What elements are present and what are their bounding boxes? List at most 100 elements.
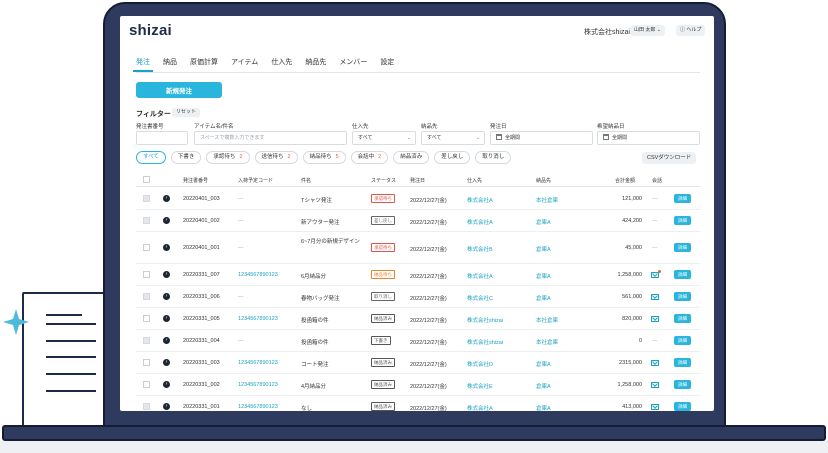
incoming-code-cell[interactable]: 1234567890123: [238, 404, 278, 410]
expand-arrow-icon[interactable]: ›: [163, 359, 170, 366]
status-chip[interactable]: 納品済み: [393, 151, 430, 164]
delivery-cell[interactable]: 倉庫A: [536, 272, 551, 280]
status-chip[interactable]: すべて: [136, 151, 166, 164]
mail-icon[interactable]: [651, 360, 659, 366]
expand-arrow-icon[interactable]: ›: [163, 195, 170, 202]
supplier-select[interactable]: すべて ⌄: [352, 131, 416, 145]
table-row[interactable]: › 20220401_001 — 6~7月分の新規デザイン 承認待ち 2022/12/27…: [136, 232, 700, 264]
row-checkbox: [143, 217, 150, 224]
status-chip[interactable]: 納品待ち 5: [302, 151, 346, 164]
desired-date-label: 希望納品日: [597, 124, 625, 130]
incoming-code-cell[interactable]: 1234567890123: [238, 272, 278, 278]
delivery-cell[interactable]: 倉庫A: [536, 360, 551, 368]
csv-download-button[interactable]: CSVダウンロード: [642, 152, 697, 164]
incoming-code-cell[interactable]: 1234567890123: [238, 382, 278, 388]
mail-icon[interactable]: [651, 316, 659, 322]
tab-delivery-destinations[interactable]: 納品先: [305, 55, 326, 71]
table-row[interactable]: › 20220401_003 — Tシャツ発注 承認待ち 2022/12/27(金) 株式会…: [136, 188, 700, 210]
chat-none: —: [652, 245, 658, 251]
detail-button[interactable]: 詳細: [674, 380, 691, 389]
expand-arrow-icon[interactable]: ›: [163, 381, 170, 388]
help-button[interactable]: ⓘ ヘルプ: [676, 25, 706, 36]
supplier-cell[interactable]: 株式会社C: [467, 294, 493, 302]
tab-suppliers[interactable]: 仕入先: [271, 55, 292, 71]
table-row[interactable]: › 20220331_005 1234567890123 投函箱の件 納品済み 2022/…: [136, 308, 700, 330]
table-row[interactable]: › 20220401_002 — 新アウター発注 差し戻し 2022/12/27(金) 株式…: [136, 210, 700, 232]
detail-button[interactable]: 詳細: [674, 336, 691, 345]
mail-icon[interactable]: [651, 294, 659, 300]
detail-button[interactable]: 詳細: [674, 243, 691, 252]
incoming-code-cell[interactable]: 1234567890123: [238, 316, 278, 322]
supplier-cell[interactable]: 株式会社E: [467, 382, 493, 390]
expand-arrow-icon[interactable]: ›: [163, 293, 170, 300]
user-menu-button[interactable]: 山田 太郎 ⌄: [630, 25, 665, 36]
tab-items[interactable]: アイテム: [231, 55, 258, 71]
col-supplier: 仕入先: [467, 178, 483, 184]
table-row[interactable]: › 20220331_007 1234567890123 6月納品分 納品待ち 2022/…: [136, 264, 700, 286]
row-checkbox[interactable]: [143, 271, 150, 278]
row-checkbox[interactable]: [143, 381, 150, 388]
detail-button[interactable]: 詳細: [674, 402, 691, 411]
delivery-cell[interactable]: 本社倉庫: [536, 338, 558, 346]
desired-date-picker[interactable]: 全期間: [597, 131, 700, 145]
tab-members[interactable]: メンバー: [339, 55, 367, 71]
delivery-cell[interactable]: 倉庫A: [536, 245, 551, 253]
table-row[interactable]: › 20220331_002 1234567890123 4月納品分 納品済み 2022/…: [136, 374, 700, 396]
order-no-cell: 20220401_001: [183, 245, 220, 251]
expand-arrow-icon[interactable]: ›: [163, 217, 170, 224]
mail-icon[interactable]: [651, 382, 659, 388]
expand-arrow-icon[interactable]: ›: [163, 315, 170, 322]
detail-button[interactable]: 詳細: [674, 358, 691, 367]
expand-arrow-icon[interactable]: ›: [163, 403, 170, 410]
row-checkbox[interactable]: [143, 359, 150, 366]
supplier-cell[interactable]: 株式会社A: [467, 272, 493, 280]
row-checkbox[interactable]: [143, 315, 150, 322]
status-chip[interactable]: 取り消し: [475, 151, 512, 164]
tab-orders[interactable]: 発注: [133, 55, 153, 72]
detail-button[interactable]: 詳細: [674, 292, 691, 301]
delivery-select[interactable]: すべて ⌄: [421, 131, 485, 145]
item-filter-input[interactable]: スペースで複数入力できます: [194, 131, 347, 145]
expand-arrow-icon[interactable]: ›: [163, 244, 170, 251]
incoming-code-cell[interactable]: 1234567890123: [238, 360, 278, 366]
new-order-button[interactable]: 新規発注: [136, 82, 222, 98]
status-chip[interactable]: 送信待ち 2: [254, 151, 298, 164]
delivery-cell[interactable]: 倉庫A: [536, 382, 551, 390]
table-row[interactable]: › 20220331_004 — 投函箱の件 下書き 2022/12/27(金) 株式会社s…: [136, 330, 700, 352]
mail-icon[interactable]: [651, 404, 659, 410]
supplier-cell[interactable]: 株式会社A: [467, 218, 493, 226]
supplier-cell[interactable]: 株式会社B: [467, 245, 493, 253]
status-chip[interactable]: 下書き: [170, 151, 202, 164]
detail-button[interactable]: 詳細: [674, 216, 691, 225]
delivery-cell[interactable]: 倉庫A: [536, 218, 551, 226]
delivery-cell[interactable]: 倉庫A: [536, 294, 551, 302]
delivery-cell[interactable]: 本社倉庫: [536, 196, 558, 204]
detail-button[interactable]: 詳細: [674, 314, 691, 323]
detail-button[interactable]: 詳細: [674, 270, 691, 279]
row-checkbox[interactable]: [143, 244, 150, 251]
supplier-cell[interactable]: 株式会社shizai: [467, 338, 503, 346]
detail-button[interactable]: 詳細: [674, 194, 691, 203]
table-row[interactable]: › 20220331_001 1234567890123 なし 納品済み 2022/12/…: [136, 396, 700, 411]
tab-deliveries[interactable]: 納品: [163, 55, 177, 71]
delivery-cell[interactable]: 倉庫A: [536, 404, 551, 411]
expand-arrow-icon[interactable]: ›: [163, 337, 170, 344]
tab-settings[interactable]: 設定: [380, 55, 394, 71]
select-all-checkbox[interactable]: [143, 176, 150, 183]
supplier-cell[interactable]: 株式会社A: [467, 404, 493, 411]
filter-reset-button[interactable]: リセット: [172, 108, 201, 117]
order-date-picker[interactable]: 全期間: [490, 131, 593, 145]
order-no-input[interactable]: [136, 131, 188, 145]
status-chip[interactable]: 会話中 2: [350, 151, 389, 164]
table-row[interactable]: › 20220331_006 — 春物バッグ発注 取り消し 2022/12/27(金) 株式…: [136, 286, 700, 308]
supplier-cell[interactable]: 株式会社shizai: [467, 316, 503, 324]
supplier-cell[interactable]: 株式会社D: [467, 360, 493, 368]
status-chip[interactable]: 差し戻し: [434, 151, 471, 164]
tab-cost-calc[interactable]: 原価計算: [190, 55, 218, 71]
expand-arrow-icon[interactable]: ›: [163, 271, 170, 278]
table-row[interactable]: › 20220331_003 1234567890123 コート発注 納品済み 2022/…: [136, 352, 700, 374]
status-chip[interactable]: 承認待ち 2: [206, 151, 250, 164]
chat-new-icon[interactable]: [651, 270, 661, 278]
delivery-cell[interactable]: 本社倉庫: [536, 316, 558, 324]
supplier-cell[interactable]: 株式会社A: [467, 196, 493, 204]
